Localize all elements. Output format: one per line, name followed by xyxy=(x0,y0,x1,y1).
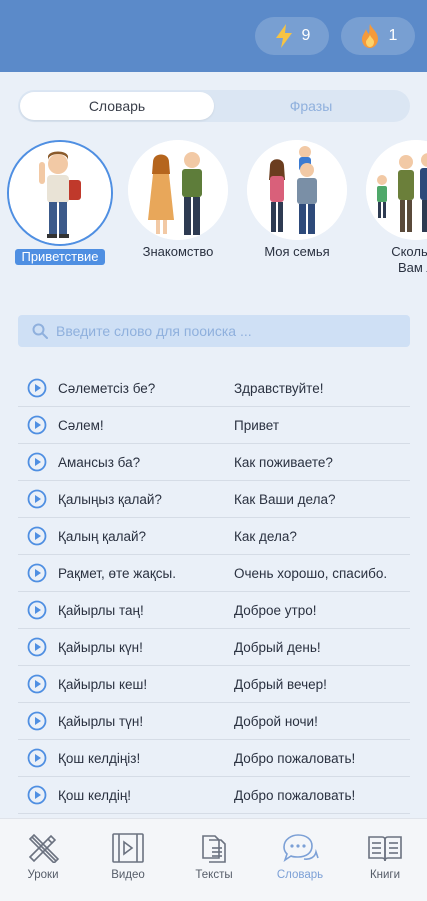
play-audio-icon[interactable] xyxy=(27,637,47,657)
category-greeting-image xyxy=(7,140,113,246)
category-age-image xyxy=(366,140,427,240)
pencil-ruler-icon xyxy=(28,833,60,863)
phrase-kazakh: Қалың қалай? xyxy=(58,528,147,544)
category-family[interactable]: Моя семья xyxy=(243,140,351,260)
nav-texts[interactable]: Тексты xyxy=(174,833,254,881)
nav-books-label: Книги xyxy=(369,869,401,881)
fire-icon xyxy=(361,24,378,48)
energy-count: 9 xyxy=(301,27,311,44)
tab-dictionary[interactable]: Словарь xyxy=(20,92,214,120)
category-acquaintance-label: Знакомство xyxy=(142,244,214,259)
lightning-icon xyxy=(275,24,292,48)
phrase-row[interactable]: Қалың қалай? Как дела? xyxy=(18,518,410,555)
phrase-russian: Очень хорошо, спасибо. xyxy=(234,565,388,581)
category-family-image xyxy=(247,140,347,240)
phrase-row[interactable]: Қалыңыз қалай? Как Ваши дела? xyxy=(18,481,410,518)
phrase-list: Сәлеметсіз бе? Здравствуйте! Сәлем! Привет А… xyxy=(18,370,410,814)
nav-dictionary-label: Словарь xyxy=(276,869,324,881)
book-icon xyxy=(368,836,402,862)
boy-illustration xyxy=(9,142,111,244)
play-audio-icon[interactable] xyxy=(27,711,47,731)
phrase-russian: Добро пожаловать! xyxy=(234,750,356,766)
phrase-row[interactable]: Қайырлы таң! Доброе утро! xyxy=(18,592,410,629)
phrase-russian: Как поживаете? xyxy=(234,454,333,470)
search-icon xyxy=(32,323,48,339)
phrase-kazakh: Рақмет, өте жақсы. xyxy=(58,565,176,581)
nav-dictionary[interactable]: Словарь xyxy=(260,833,340,881)
phrase-row[interactable]: Қош келдің! Добро пожаловать! xyxy=(18,777,410,814)
phrase-russian: Привет xyxy=(234,417,280,433)
category-acquaintance[interactable]: Знакомство xyxy=(124,140,232,260)
category-acquaintance-image xyxy=(128,140,228,240)
phrase-row[interactable]: Қайырлы күн! Добрый день! xyxy=(18,629,410,666)
phrase-russian: Доброе утро! xyxy=(234,602,317,618)
play-audio-icon[interactable] xyxy=(27,785,47,805)
tab-phrases[interactable]: Фразы xyxy=(214,92,408,120)
family-illustration xyxy=(247,140,347,240)
phrase-kazakh: Қайырлы күн! xyxy=(58,639,143,655)
nav-video-label: Видео xyxy=(111,869,145,881)
nav-books[interactable]: Книги xyxy=(345,833,425,881)
play-audio-icon[interactable] xyxy=(27,415,47,435)
phrase-kazakh: Амансыз ба? xyxy=(58,454,141,470)
phrase-russian: Как Ваши дела? xyxy=(234,491,336,507)
play-audio-icon[interactable] xyxy=(27,748,47,768)
play-audio-icon[interactable] xyxy=(27,378,47,398)
phrase-russian: Добро пожаловать! xyxy=(234,787,356,803)
group-illustration xyxy=(366,140,427,240)
video-icon xyxy=(112,833,144,863)
phrase-row[interactable]: Қош келдіңіз! Добро пожаловать! xyxy=(18,740,410,777)
bottom-navigation: Уроки Видео Тексты Словарь Книги xyxy=(0,818,427,901)
play-audio-icon[interactable] xyxy=(27,674,47,694)
search-bar xyxy=(18,315,410,347)
phrase-row[interactable]: Қайырлы түн! Доброй ночи! xyxy=(18,703,410,740)
streak-counter[interactable]: 1 xyxy=(341,17,415,55)
play-audio-icon[interactable] xyxy=(27,600,47,620)
category-family-label: Моя семья xyxy=(264,244,330,259)
phrase-kazakh: Сәлем! xyxy=(58,417,104,433)
segmented-control: Словарь Фразы xyxy=(18,90,410,122)
phrase-kazakh: Қош келдіңіз! xyxy=(58,750,141,766)
nav-lessons[interactable]: Уроки xyxy=(3,833,83,881)
phrase-row[interactable]: Сәлем! Привет xyxy=(18,407,410,444)
chat-bubbles-icon xyxy=(283,834,319,862)
phrase-kazakh: Қайырлы түн! xyxy=(58,713,144,729)
category-age[interactable]: Сколько Вам л xyxy=(362,140,427,276)
energy-counter[interactable]: 9 xyxy=(255,17,329,55)
phrase-row[interactable]: Амансыз ба? Как поживаете? xyxy=(18,444,410,481)
nav-video[interactable]: Видео xyxy=(88,833,168,881)
play-audio-icon[interactable] xyxy=(27,563,47,583)
phrase-russian: Добрый вечер! xyxy=(234,676,327,692)
category-age-label: Сколько Вам л xyxy=(391,244,427,275)
phrase-kazakh: Қайырлы кеш! xyxy=(58,676,148,692)
search-input[interactable] xyxy=(54,322,398,340)
phrase-kazakh: Қош келдің! xyxy=(58,787,132,803)
top-bar: 9 1 xyxy=(0,0,427,72)
phrase-russian: Как дела? xyxy=(234,528,297,544)
category-greeting[interactable]: Приветствие xyxy=(6,140,114,266)
phrase-kazakh: Сәлеметсіз бе? xyxy=(58,380,156,396)
documents-icon xyxy=(202,835,226,863)
category-greeting-label: Приветствие xyxy=(15,249,105,265)
phrase-russian: Доброй ночи! xyxy=(234,713,318,729)
category-carousel: Приветствие Знакомство Моя семья Сколь В… xyxy=(0,140,427,290)
nav-texts-label: Тексты xyxy=(195,869,233,881)
play-audio-icon[interactable] xyxy=(27,489,47,509)
phrase-russian: Добрый день! xyxy=(234,639,321,655)
phrase-row[interactable]: Қайырлы кеш! Добрый вечер! xyxy=(18,666,410,703)
phrase-russian: Здравствуйте! xyxy=(234,380,324,396)
phrase-kazakh: Қайырлы таң! xyxy=(58,602,144,618)
phrase-row[interactable]: Сәлеметсіз бе? Здравствуйте! xyxy=(18,370,410,407)
nav-lessons-label: Уроки xyxy=(27,869,59,881)
play-audio-icon[interactable] xyxy=(27,526,47,546)
phrase-row[interactable]: Рақмет, өте жақсы. Очень хорошо, спасибо. xyxy=(18,555,410,592)
phrase-kazakh: Қалыңыз қалай? xyxy=(58,491,162,507)
play-audio-icon[interactable] xyxy=(27,452,47,472)
streak-count: 1 xyxy=(388,27,398,44)
couple-illustration xyxy=(128,140,228,240)
